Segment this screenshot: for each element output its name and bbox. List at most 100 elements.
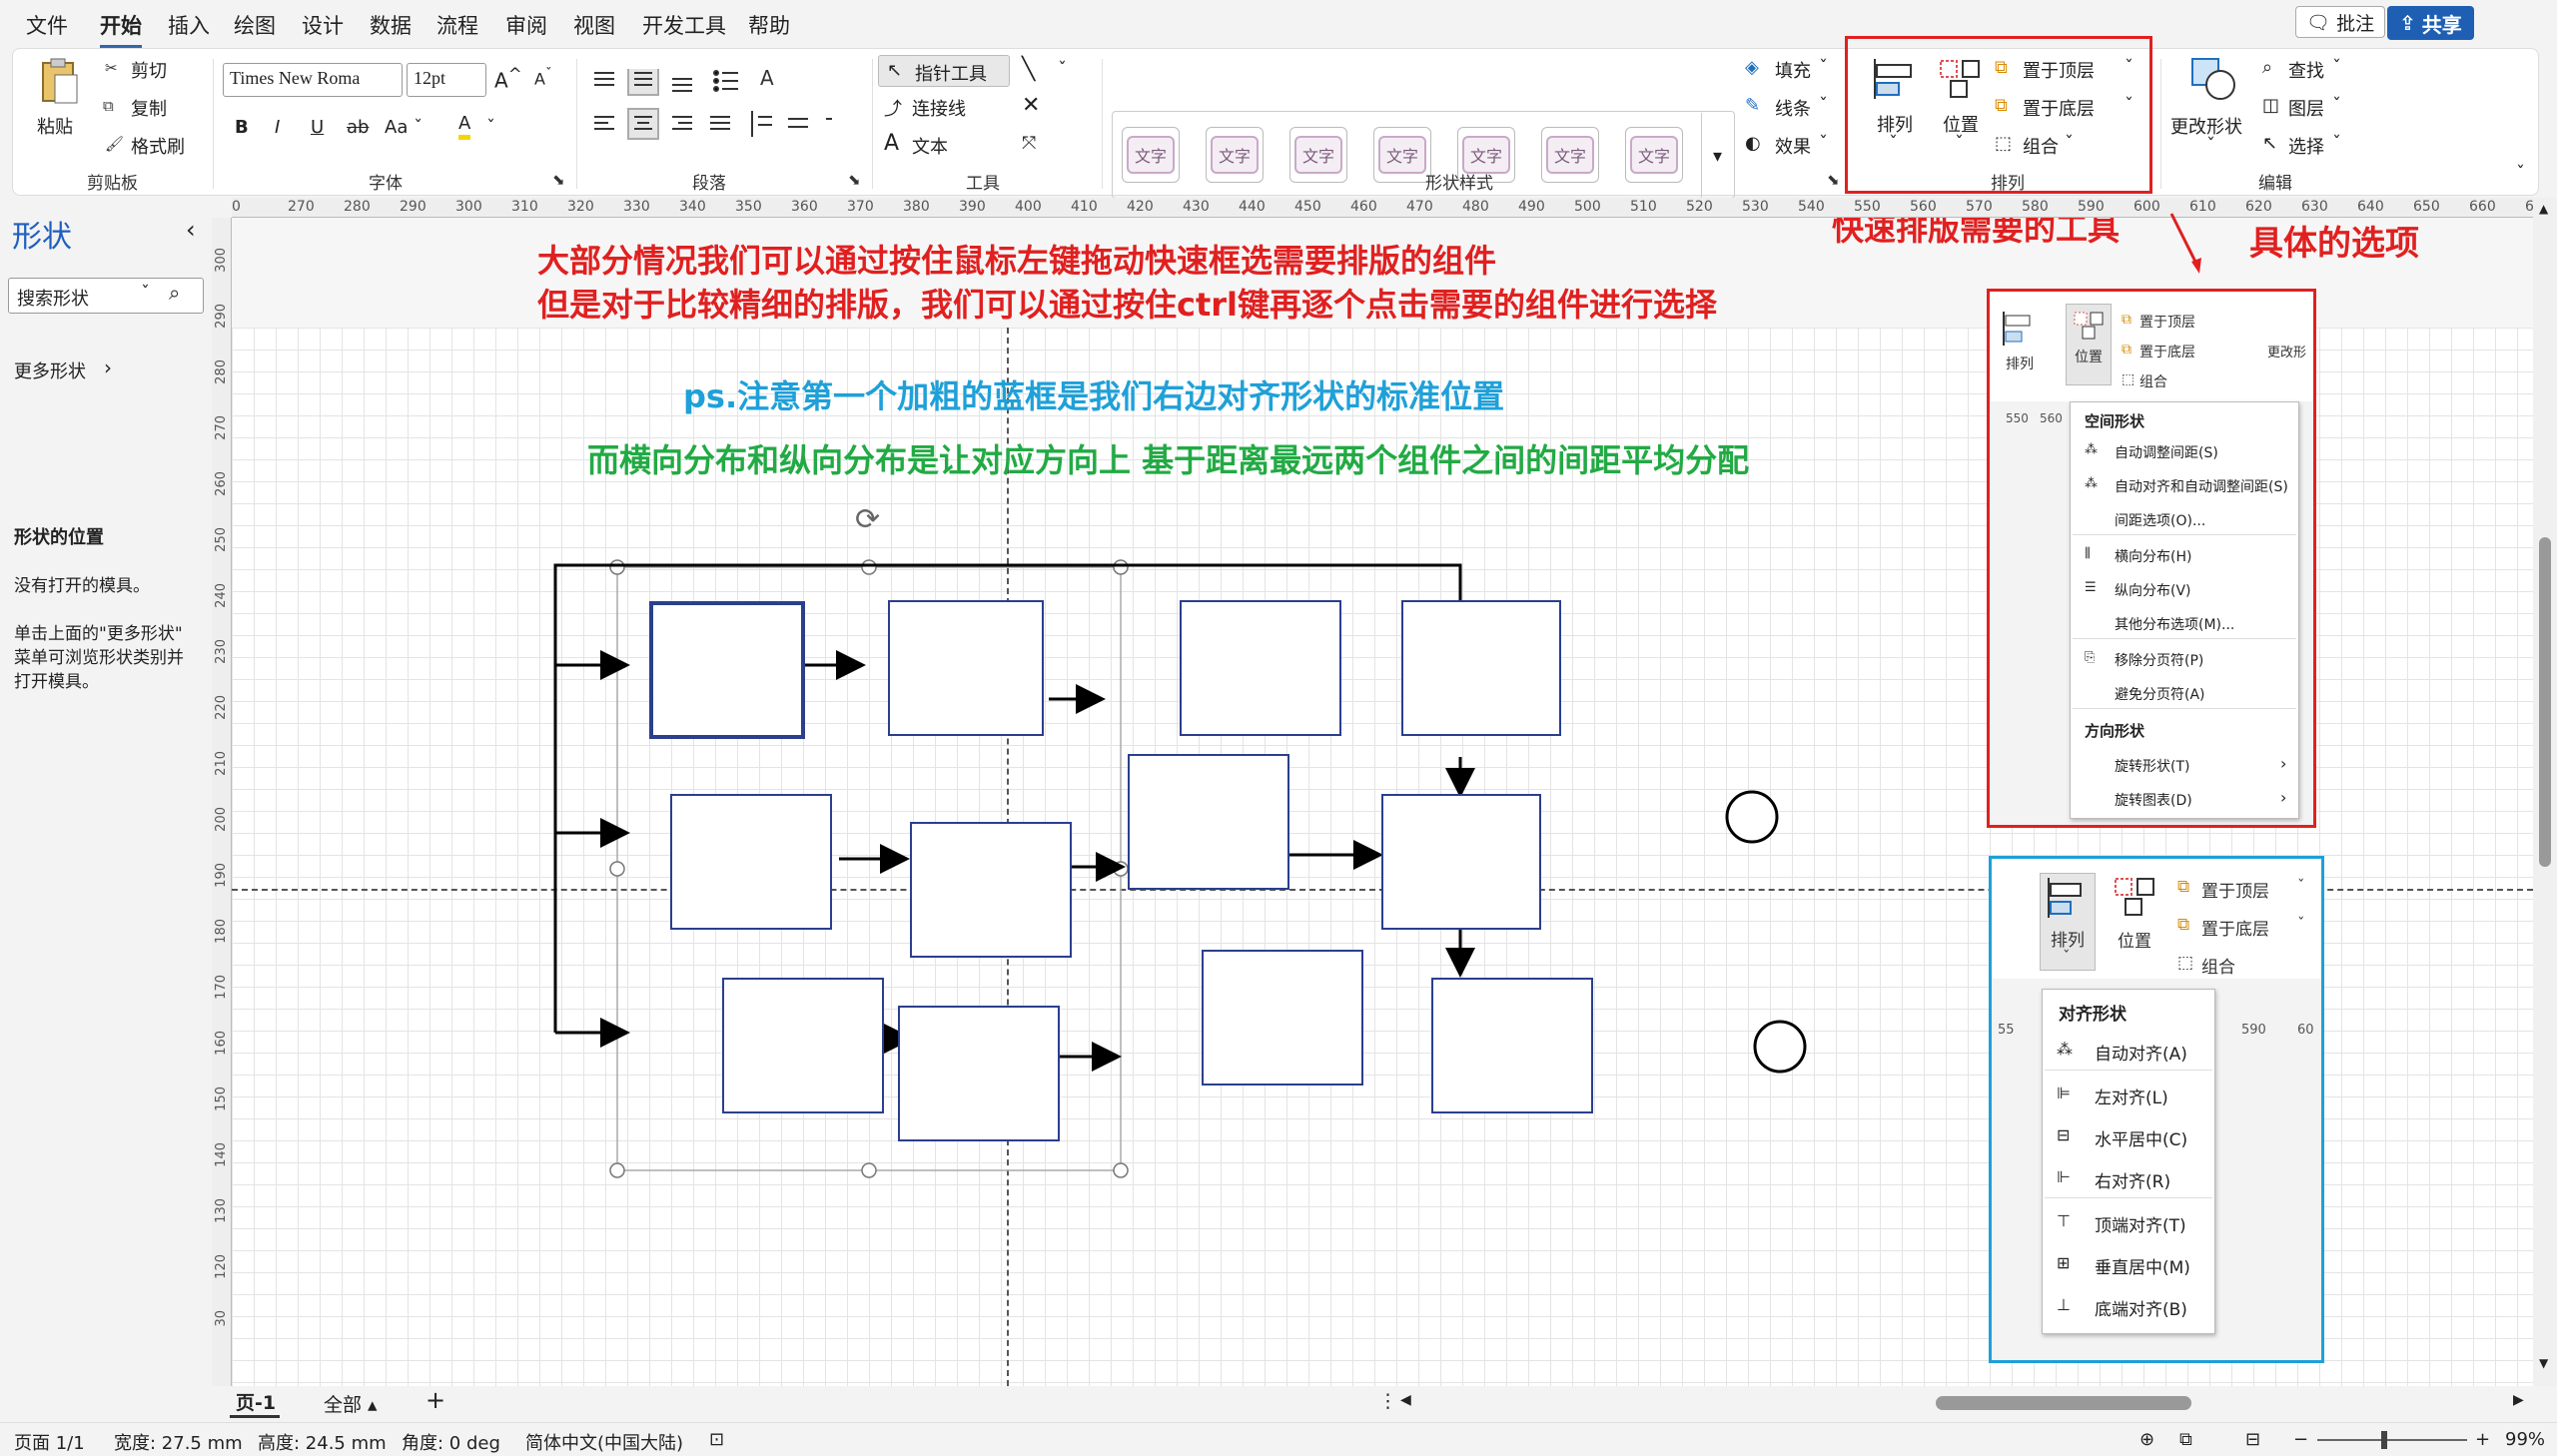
align-middle-item[interactable]: 垂直居中(M) [2095,1253,2190,1278]
effects-icon[interactable]: ◐ [1745,133,1761,154]
menu-data[interactable]: 数据 [370,10,412,40]
mini-change-shape[interactable]: 更改形 [2267,342,2306,361]
line-button[interactable]: 线条 [1775,95,1811,121]
pointer-tool-button[interactable]: ↖ 指针工具 [878,55,1010,87]
scroll-up-icon[interactable]: ▲ [2539,202,2548,216]
switch-windows-icon[interactable]: ⧉ [2179,1429,2192,1450]
layers-dropdown[interactable]: ˇ [2332,95,2341,116]
mini-bring-front[interactable]: 置于顶层 [2139,312,2195,332]
distribute-horizontal-item[interactable]: 横向分布(H) [2115,546,2191,566]
italic-button[interactable]: I [275,117,280,138]
align-left-item[interactable]: 左对齐(L) [2095,1084,2168,1108]
change-shape-button[interactable]: 更改形状 ˇ [2170,55,2256,165]
fill-icon[interactable]: ◈ [1745,57,1759,78]
vertical-scrollbar[interactable]: ▲ ▼ [2533,198,2557,1386]
shape-style-6[interactable]: 文字 [1541,127,1599,183]
mini-send-back[interactable]: 置于底层 [2201,915,2269,940]
zoom-in-icon[interactable]: + [2475,1429,2490,1450]
mini-arrange-label[interactable]: 排列 [2006,354,2034,373]
effects-dropdown[interactable]: ˇ [1819,133,1828,154]
format-painter-icon[interactable]: 🖌 [105,135,124,153]
format-painter-button[interactable]: 格式刷 [131,133,185,159]
presentation-mode-icon[interactable]: ⊟ [2245,1429,2260,1450]
shrink-font-button[interactable]: Aˇ [534,67,552,88]
zoom-slider[interactable] [2317,1439,2467,1441]
horizontal-scroll-thumb[interactable] [1936,1396,2191,1410]
close-shape-icon[interactable]: ✕ [1022,93,1040,118]
more-shapes-chevron-icon[interactable]: › [104,356,112,379]
menu-design[interactable]: 设计 [302,10,344,40]
fill-dropdown[interactable]: ˇ [1819,57,1828,78]
mini-position-label[interactable]: 位置 [2118,927,2151,952]
search-shapes-input[interactable]: 搜索形状 ˇ ⌕ [8,278,204,314]
align-top-item[interactable]: 顶端对齐(T) [2095,1211,2186,1236]
more-shapes-link[interactable]: 更多形状 [14,358,86,383]
mini-arrange-button[interactable]: 排列 ˇ [2040,873,2096,971]
align-right-item[interactable]: 右对齐(R) [2095,1167,2170,1192]
mini-position-button[interactable]: 位置 [2066,304,2112,385]
line-tool-icon[interactable]: ╲ [1022,57,1035,82]
find-button[interactable]: 查找 [2288,57,2324,83]
font-size-select[interactable]: 12pt [407,63,486,97]
more-options-icon[interactable]: ⋮ [1378,1390,1397,1412]
line-icon[interactable]: ✎ [1745,95,1760,116]
page-tab[interactable]: 页-1 [230,1386,280,1418]
line-dropdown[interactable]: ˇ [1819,95,1828,116]
menu-process[interactable]: 流程 [436,10,478,40]
text-tool-button[interactable]: 文本 [912,133,948,159]
underline-button[interactable]: U [311,117,324,138]
line-tool-dropdown[interactable]: ˇ [1058,59,1067,80]
strikethrough-button[interactable]: ab [347,117,369,138]
menu-help[interactable]: 帮助 [748,10,790,40]
connection-point-icon[interactable]: ⤧ [1022,133,1036,154]
zoom-out-icon[interactable]: − [2293,1429,2308,1450]
menu-draw[interactable]: 绘图 [234,10,276,40]
distribute-vertical-item[interactable]: 纵向分布(V) [2115,580,2191,600]
change-case-button[interactable]: Aa ˇ [385,117,423,138]
auto-space-item[interactable]: 自动调整间距(S) [2115,442,2218,462]
accessibility-icon[interactable]: ⊡ [709,1429,724,1450]
effects-button[interactable]: 效果 [1775,133,1811,159]
status-page[interactable]: 页面 1/1 [14,1429,85,1455]
select-dropdown[interactable]: ˇ [2332,133,2341,154]
shape-style-7[interactable]: 文字 [1625,127,1683,183]
fill-button[interactable]: 填充 [1775,57,1811,83]
auto-align-space-item[interactable]: 自动对齐和自动调整间距(S) [2115,476,2288,496]
search-dropdown-icon[interactable]: ˇ [141,283,150,304]
status-language[interactable]: 简体中文(中国大陆) [525,1429,683,1455]
comment-button[interactable]: 🗨 批注 [2295,6,2386,38]
text-tool-icon[interactable]: A [884,131,899,156]
cut-button[interactable]: 剪切 [131,57,167,83]
shape-style-1[interactable]: 文字 [1122,127,1180,183]
mini-send-back[interactable]: 置于底层 [2139,342,2195,362]
scroll-down-icon[interactable]: ▼ [2539,1356,2548,1370]
share-button[interactable]: ⇪ 共享 [2387,6,2474,40]
select-button[interactable]: 选择 [2288,133,2324,159]
shape-style-4[interactable]: 文字 [1373,127,1431,183]
vertical-scroll-thumb[interactable] [2539,537,2551,867]
menu-developer[interactable]: 开发工具 [642,10,726,40]
layers-button[interactable]: 图层 [2288,95,2324,121]
search-icon[interactable]: ⌕ [169,281,180,305]
align-center-item[interactable]: 水平居中(C) [2095,1125,2187,1150]
copy-button[interactable]: 复制 [131,95,167,121]
rotate-shapes-item[interactable]: 旋转形状(T) [2115,756,2189,776]
more-distribute-item[interactable]: 其他分布选项(M)... [2115,614,2234,634]
remove-page-break-item[interactable]: 移除分页符(P) [2115,650,2203,670]
cut-icon[interactable]: ✂ [105,59,118,77]
select-icon[interactable]: ↖ [2262,133,2277,154]
connector-icon[interactable]: ⤴ [884,95,902,121]
style-gallery-more-button[interactable]: ▾ [1701,113,1733,199]
collapse-panel-icon[interactable]: ‹ [186,216,196,244]
menu-view[interactable]: 视图 [573,10,615,40]
menu-home[interactable]: 开始 [100,10,142,48]
find-icon[interactable]: ⌕ [2262,57,2272,78]
avoid-page-break-item[interactable]: 避免分页符(A) [2115,684,2205,704]
rotate-diagram-item[interactable]: 旋转图表(D) [2115,790,2192,810]
paste-button[interactable]: 粘贴 [37,57,81,157]
scroll-left-icon[interactable]: ◀ [1400,1392,1411,1408]
shape-style-2[interactable]: 文字 [1206,127,1264,183]
paragraph-dialog-launcher-icon[interactable]: ⬊ [848,171,861,189]
menu-review[interactable]: 审阅 [505,10,547,40]
connector-button[interactable]: 连接线 [912,95,966,121]
